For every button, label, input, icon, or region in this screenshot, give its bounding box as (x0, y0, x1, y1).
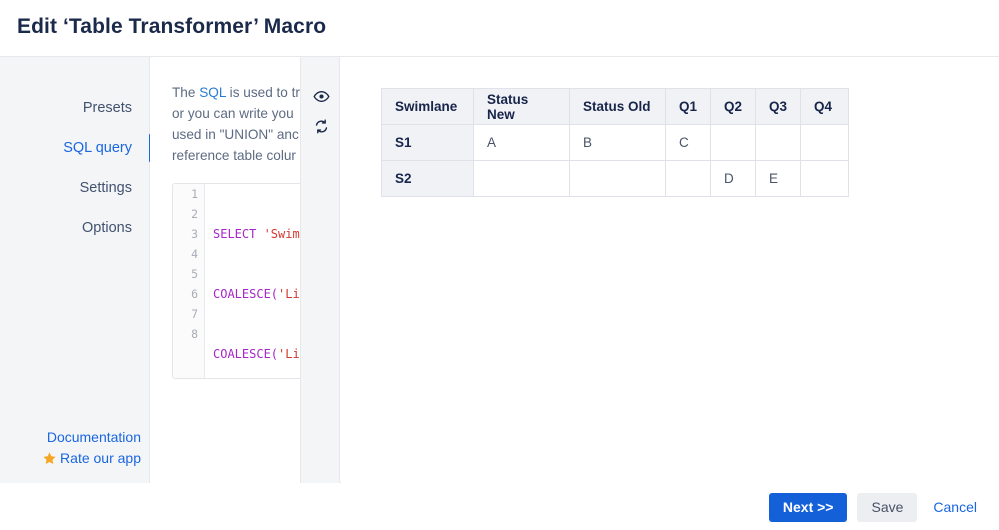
description-line-2: or you can write you (172, 106, 294, 121)
macro-editor-dialog: Edit ‘Table Transformer’ Macro Presets S… (0, 0, 999, 530)
cell: A (473, 124, 570, 161)
cell: E (755, 160, 802, 197)
sql-code-editor[interactable]: 1 2 3 4 5 6 7 8 SELECT 'Swim COALESCE('L… (172, 183, 300, 379)
sql-help-link[interactable]: SQL (199, 85, 226, 100)
sidebar-links: Documentation Rate our app (0, 427, 150, 469)
cell: B (569, 124, 666, 161)
cell (473, 160, 570, 197)
column-header-status-old: Status Old (569, 88, 666, 125)
cell (800, 160, 850, 197)
cell (755, 124, 802, 161)
line-number: 4 (191, 247, 198, 261)
sidebar-item-label: Settings (79, 180, 132, 196)
sidebar-item-sql-query[interactable]: SQL query (0, 128, 152, 168)
table-preview-pane: Swimlane Status New Status Old Q1 Q2 Q3 … (341, 57, 999, 483)
sidebar-item-label: SQL query (63, 140, 132, 156)
panel-description: The SQL is used to tr or you can write y… (172, 82, 300, 166)
dialog-header: Edit ‘Table Transformer’ Macro (0, 0, 999, 57)
line-number: 7 (191, 307, 198, 321)
dialog-footer: Next >> Save Cancel (0, 484, 999, 530)
rate-our-app-link[interactable]: Rate our app (0, 448, 141, 469)
page-title: Edit ‘Table Transformer’ Macro (17, 15, 327, 38)
sidebar: Presets SQL query Settings Options Docum… (0, 57, 152, 483)
star-icon (42, 451, 57, 466)
cell (569, 160, 666, 197)
line-number: 5 (191, 267, 198, 281)
documentation-link[interactable]: Documentation (0, 427, 141, 448)
footer-actions: Next >> Save Cancel (768, 493, 983, 522)
column-header-q3: Q3 (755, 88, 802, 125)
column-header-status-new: Status New (473, 88, 570, 125)
rate-our-app-label: Rate our app (60, 450, 141, 466)
sidebar-item-options[interactable]: Options (0, 208, 150, 248)
sidebar-item-settings[interactable]: Settings (0, 168, 150, 208)
table-header-row: Swimlane Status New Status Old Q1 Q2 Q3 … (381, 88, 850, 125)
editor-line-numbers: 1 2 3 4 5 6 7 8 (173, 184, 205, 378)
description-line-3: used in "UNION" anc (172, 127, 299, 142)
sql-query-panel: The SQL is used to tr or you can write y… (150, 57, 300, 483)
next-button[interactable]: Next >> (768, 493, 848, 522)
sidebar-nav: Presets SQL query Settings Options (0, 88, 152, 248)
table-row: S1 A B C (381, 124, 850, 161)
cancel-button[interactable]: Cancel (927, 493, 983, 522)
editor-toolbar-rail (300, 57, 340, 483)
cell: S2 (381, 160, 474, 197)
cell: D (710, 160, 757, 197)
cell: C (664, 124, 712, 161)
line-number: 8 (191, 327, 198, 341)
code-line: COALESCE('Li (213, 287, 300, 301)
column-header-swimlane: Swimlane (381, 88, 474, 125)
editor-code-content[interactable]: SELECT 'Swim COALESCE('Li COALESCE('Li C… (205, 184, 300, 378)
column-header-q2: Q2 (710, 88, 757, 125)
line-number: 6 (191, 287, 198, 301)
line-number: 1 (191, 187, 198, 201)
preview-table: Swimlane Status New Status Old Q1 Q2 Q3 … (381, 88, 850, 197)
sidebar-item-label: Presets (82, 100, 132, 116)
description-line-4: reference table colur (172, 148, 296, 163)
cell (664, 160, 712, 197)
cell (710, 124, 757, 161)
save-button[interactable]: Save (857, 493, 918, 522)
code-line: COALESCE('Li (213, 347, 300, 361)
description-line-1-pre: The (172, 85, 200, 100)
sidebar-item-presets[interactable]: Presets (0, 88, 150, 128)
description-line-1-post: is used to tr (225, 85, 300, 100)
dialog-body: Presets SQL query Settings Options Docum… (0, 57, 999, 483)
cell: S1 (381, 124, 474, 161)
cell (800, 124, 850, 161)
line-number: 3 (191, 227, 198, 241)
line-number: 2 (191, 207, 198, 221)
column-header-q1: Q1 (664, 88, 712, 125)
code-line: SELECT 'Swim (213, 227, 300, 241)
eye-icon[interactable] (301, 81, 341, 111)
column-header-q4: Q4 (800, 88, 850, 125)
table-row: S2 D E (381, 160, 850, 197)
refresh-icon[interactable] (301, 111, 341, 141)
sidebar-item-label: Options (82, 220, 132, 236)
